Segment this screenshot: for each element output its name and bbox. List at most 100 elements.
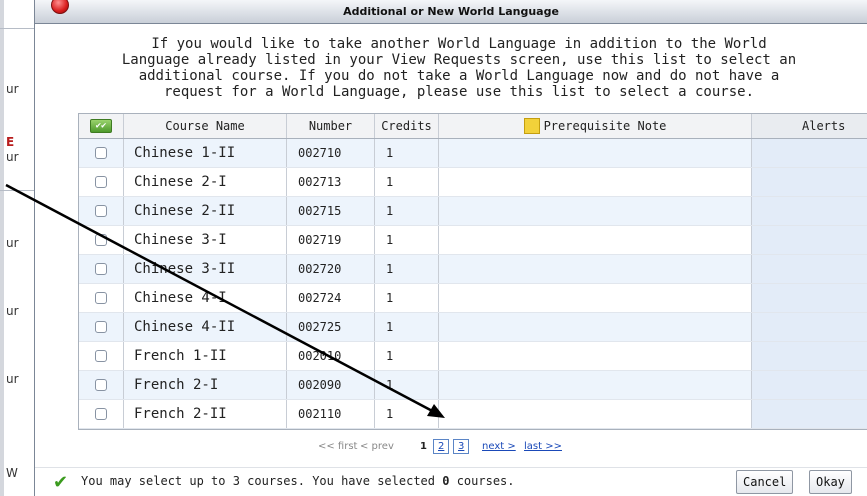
row-checkbox-cell[interactable]: [79, 139, 124, 167]
table-row[interactable]: Chinese 4-II 002725 1: [79, 313, 867, 342]
status-suffix: courses.: [449, 474, 515, 488]
alerts-cell: [752, 371, 867, 399]
prerequisite-note-cell: [439, 284, 752, 312]
course-name-cell: Chinese 2-II: [124, 197, 287, 225]
column-header-alerts[interactable]: Alerts▲: [752, 114, 867, 138]
background-label: ur: [6, 372, 19, 386]
background-page: ur E ur ur ur ur W: [0, 0, 36, 496]
alerts-cell: [752, 400, 867, 428]
prerequisite-note-cell: [439, 139, 752, 167]
pager-next-link[interactable]: next >: [482, 441, 516, 452]
column-header-prerequisite-note[interactable]: Prerequisite Note: [439, 114, 752, 138]
alerts-label: Alerts: [802, 119, 846, 133]
course-number-cell: 002090: [287, 371, 375, 399]
row-checkbox[interactable]: [95, 350, 107, 362]
row-checkbox-cell[interactable]: [79, 226, 124, 254]
course-number-cell: 002719: [287, 226, 375, 254]
dialog-title: Additional or New World Language: [343, 5, 559, 18]
course-name-cell: French 1-II: [124, 342, 287, 370]
course-name-cell: Chinese 4-II: [124, 313, 287, 341]
background-label: ur: [6, 150, 19, 164]
table-row[interactable]: French 2-I 002090 1: [79, 371, 867, 400]
intro-line: If you would like to take another World …: [151, 36, 767, 52]
alerts-cell: [752, 284, 867, 312]
row-checkbox-cell[interactable]: [79, 255, 124, 283]
select-all-checkbox[interactable]: ✔✔: [79, 114, 124, 138]
alerts-cell: [752, 226, 867, 254]
course-name-cell: Chinese 4-I: [124, 284, 287, 312]
table-row[interactable]: Chinese 2-II 002715 1: [79, 197, 867, 226]
table-row[interactable]: Chinese 1-II 002710 1: [79, 139, 867, 168]
pagination: << first < prev 1 2 3 next > last >>: [35, 437, 867, 457]
okay-button[interactable]: Okay: [809, 470, 852, 494]
table-row[interactable]: French 1-II 002010 1: [79, 342, 867, 371]
table-row[interactable]: Chinese 3-I 002719 1: [79, 226, 867, 255]
course-number-cell: 002724: [287, 284, 375, 312]
course-name-cell: French 2-I: [124, 371, 287, 399]
alerts-cell: [752, 255, 867, 283]
pager-first-link[interactable]: << first: [318, 441, 357, 452]
row-checkbox-cell[interactable]: [79, 168, 124, 196]
row-checkbox[interactable]: [95, 408, 107, 420]
course-number-cell: 002010: [287, 342, 375, 370]
dialog-footer: ✔ You may select up to 3 courses. You ha…: [35, 467, 867, 494]
background-label: E: [6, 135, 15, 149]
pager-prev-link[interactable]: < prev: [360, 441, 394, 452]
prerequisite-note-cell: [439, 313, 752, 341]
pager-last-link[interactable]: last >>: [524, 441, 562, 452]
table-row[interactable]: Chinese 3-II 002720 1: [79, 255, 867, 284]
credits-cell: 1: [375, 400, 439, 428]
row-checkbox[interactable]: [95, 205, 107, 217]
row-checkbox[interactable]: [95, 379, 107, 391]
row-checkbox-cell[interactable]: [79, 342, 124, 370]
pager-page-3[interactable]: 3: [453, 439, 470, 454]
course-number-cell: 002710: [287, 139, 375, 167]
column-header-credits[interactable]: Credits: [375, 114, 439, 138]
row-checkbox[interactable]: [95, 292, 107, 304]
credits-cell: 1: [375, 226, 439, 254]
prerequisite-note-cell: [439, 168, 752, 196]
alerts-cell: [752, 197, 867, 225]
credits-cell: 1: [375, 342, 439, 370]
column-header-number[interactable]: Number: [287, 114, 375, 138]
row-checkbox-cell[interactable]: [79, 400, 124, 428]
background-strip: [0, 0, 4, 496]
row-checkbox-cell[interactable]: [79, 313, 124, 341]
prerequisite-note-cell: [439, 342, 752, 370]
column-header-course-name[interactable]: Course Name: [124, 114, 287, 138]
row-checkbox-cell[interactable]: [79, 284, 124, 312]
course-name-cell: French 2-II: [124, 400, 287, 428]
dialog-titlebar: Additional or New World Language: [35, 0, 867, 24]
alerts-cell: [752, 139, 867, 167]
pager-page-2[interactable]: 2: [433, 439, 450, 454]
check-all-icon: ✔✔: [90, 119, 112, 133]
table-body: Chinese 1-II 002710 1 Chinese 2-I 002713 1 Chi…: [79, 139, 867, 429]
background-separator: [0, 190, 34, 191]
world-language-dialog: Additional or New World Language If you …: [34, 0, 867, 496]
table-row[interactable]: French 2-II 002110 1: [79, 400, 867, 429]
background-label: ur: [6, 304, 19, 318]
background-label: ur: [6, 236, 19, 250]
cancel-button[interactable]: Cancel: [736, 470, 794, 494]
prerequisite-note-cell: [439, 226, 752, 254]
row-checkbox[interactable]: [95, 147, 107, 159]
row-checkbox[interactable]: [95, 234, 107, 246]
credits-cell: 1: [375, 371, 439, 399]
row-checkbox[interactable]: [95, 321, 107, 333]
prerequisite-note-cell: [439, 400, 752, 428]
row-checkbox[interactable]: [95, 263, 107, 275]
prerequisite-note-cell: [439, 197, 752, 225]
table-row[interactable]: Chinese 2-I 002713 1: [79, 168, 867, 197]
row-checkbox-cell[interactable]: [79, 197, 124, 225]
course-number-cell: 002720: [287, 255, 375, 283]
table-row[interactable]: Chinese 4-I 002724 1: [79, 284, 867, 313]
background-label: ur: [6, 82, 19, 96]
note-icon: [523, 118, 540, 134]
intro-line: Language already listed in your View Req…: [121, 52, 797, 68]
credits-cell: 1: [375, 197, 439, 225]
row-checkbox[interactable]: [95, 176, 107, 188]
intro-line: additional course. If you do not take a …: [138, 68, 780, 84]
status-text: You may select up to 3 courses. You have…: [81, 474, 443, 488]
credits-cell: 1: [375, 139, 439, 167]
row-checkbox-cell[interactable]: [79, 371, 124, 399]
